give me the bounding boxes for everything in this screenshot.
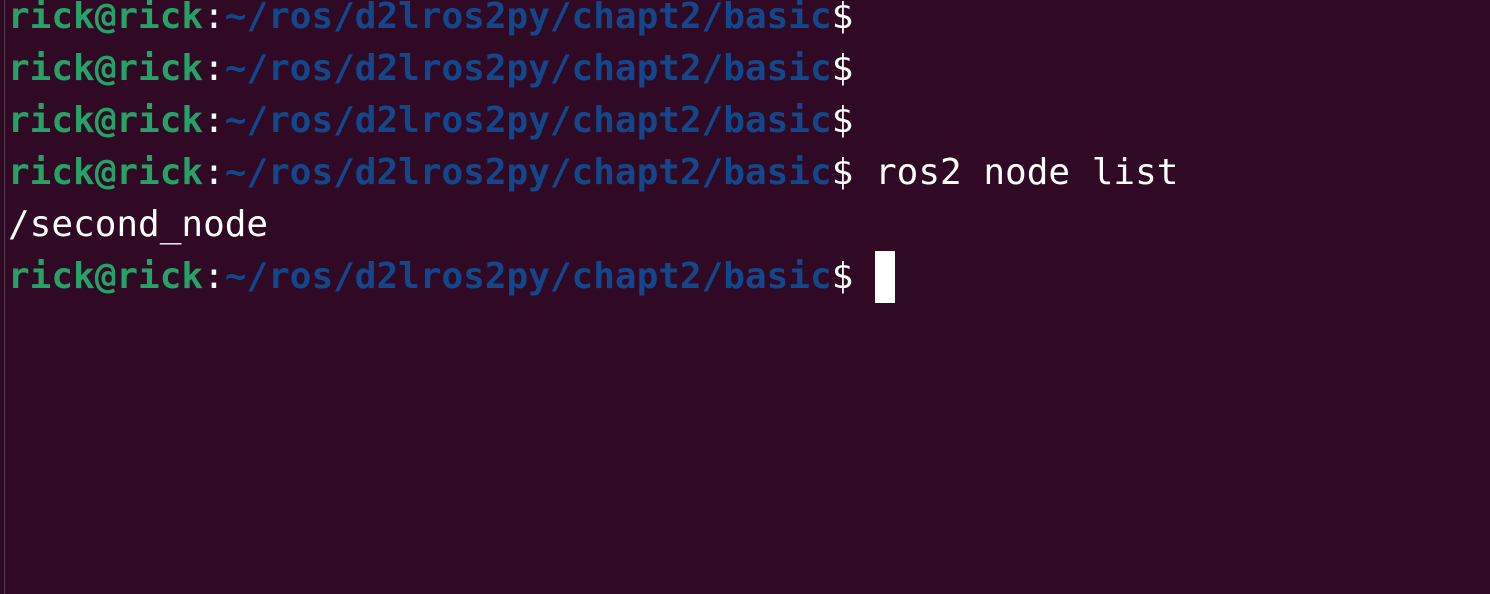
command-output: /second_node [8, 204, 269, 245]
prompt-symbol: $ [831, 0, 854, 37]
terminal-line: rick@rick:~/ros/d2lros2py/chapt2/basic$ [8, 43, 853, 95]
window-edge [0, 0, 5, 594]
terminal-input-line[interactable]: rick@rick:~/ros/d2lros2py/chapt2/basic$ [8, 251, 896, 303]
terminal-line: rick@rick:~/ros/d2lros2py/chapt2/basic$ [8, 95, 853, 147]
prompt-separator: : [203, 0, 225, 37]
prompt-path: ~/ros/d2lros2py/chapt2/basic [224, 152, 832, 193]
prompt-user-host: rick@rick [8, 0, 204, 37]
prompt-user-host: rick@rick [8, 256, 204, 297]
prompt-user-host: rick@rick [8, 48, 204, 89]
prompt-path: ~/ros/d2lros2py/chapt2/basic [224, 100, 832, 141]
prompt-user-host: rick@rick [8, 100, 204, 141]
terminal-line: rick@rick:~/ros/d2lros2py/chapt2/basic$ … [8, 147, 1178, 199]
prompt-symbol: $ [831, 48, 854, 89]
prompt-separator: : [203, 152, 225, 193]
terminal-line: rick@rick:~/ros/d2lros2py/chapt2/basic$ [8, 0, 853, 43]
prompt-path: ~/ros/d2lros2py/chapt2/basic [224, 0, 832, 37]
terminal-window[interactable]: rick@rick:~/ros/d2lros2py/chapt2/basic$ … [0, 0, 1490, 594]
prompt-symbol: $ [831, 100, 854, 141]
prompt-path: ~/ros/d2lros2py/chapt2/basic [224, 256, 832, 297]
prompt-symbol: $ [831, 256, 854, 297]
prompt-separator: : [203, 100, 225, 141]
prompt-user-host: rick@rick [8, 152, 204, 193]
prompt-path: ~/ros/d2lros2py/chapt2/basic [224, 48, 832, 89]
prompt-separator: : [203, 48, 225, 89]
prompt-separator: : [203, 256, 225, 297]
command-text: ros2 node list [853, 152, 1179, 193]
text-cursor [875, 251, 896, 303]
current-command[interactable] [853, 256, 875, 297]
prompt-symbol: $ [831, 152, 854, 193]
